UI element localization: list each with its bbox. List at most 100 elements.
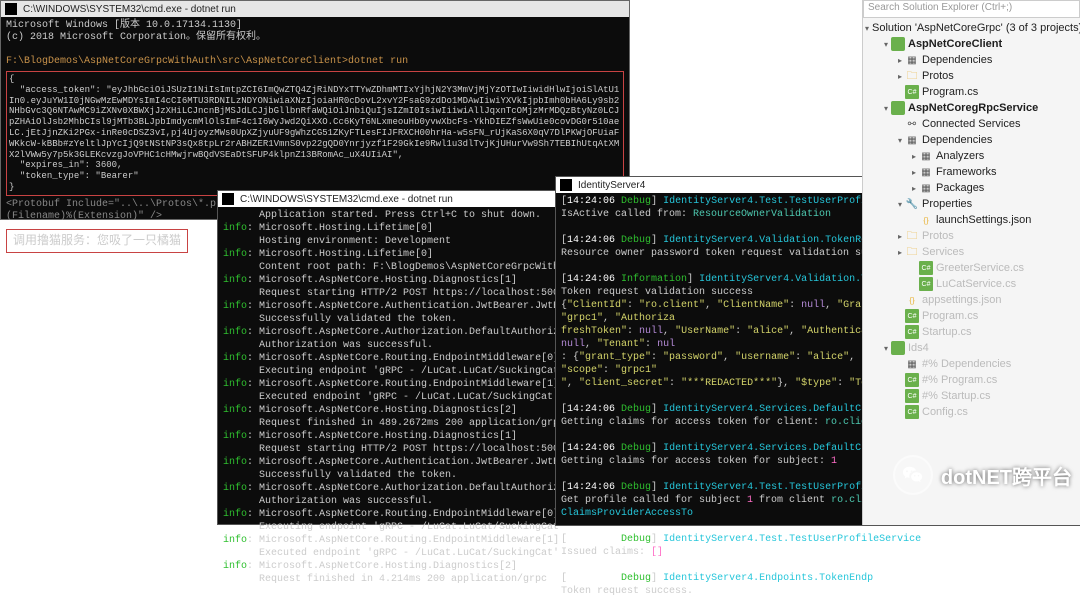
node-label: Properties	[922, 198, 972, 210]
folder-icon: 🗀	[905, 229, 919, 243]
tree-node[interactable]: C#GreeterService.cs	[863, 260, 1080, 276]
node-label: Dependencies	[922, 134, 992, 146]
node-label: Startup.cs	[922, 326, 972, 338]
cs-icon: C#	[905, 85, 919, 99]
expander-icon[interactable]: ▸	[909, 168, 919, 177]
tree-node[interactable]: ▸▦Packages	[863, 180, 1080, 196]
tree-node[interactable]: ▾ Ids4	[863, 340, 1080, 356]
node-label: AspNetCoreClient	[908, 38, 1002, 50]
csproj-icon	[891, 101, 905, 115]
watermark: dotNET跨平台	[893, 455, 1072, 495]
expander-icon[interactable]: ▾	[881, 40, 891, 49]
json-icon: {}	[905, 293, 919, 307]
cs-icon: C#	[905, 389, 919, 403]
node-label: GreeterService.cs	[936, 262, 1024, 274]
cs-icon: C#	[905, 309, 919, 323]
node-label: launchSettings.json	[936, 214, 1031, 226]
node-label: Ids4	[908, 342, 929, 354]
wrench-icon: 🔧	[905, 197, 919, 211]
tree-node[interactable]: C##% Startup.cs	[863, 388, 1080, 404]
solution-node[interactable]: ▾ Solution 'AspNetCoreGrpc' (3 of 3 proj…	[863, 20, 1080, 36]
node-label: Packages	[936, 182, 984, 194]
dep-icon: ▦	[905, 133, 919, 147]
tree-node[interactable]: ▾ AspNetCoregRpcService	[863, 100, 1080, 116]
expander-icon[interactable]: ▸	[895, 72, 905, 81]
tree-node[interactable]: ▾▦Dependencies	[863, 132, 1080, 148]
tree-node[interactable]: C#Startup.cs	[863, 324, 1080, 340]
watermark-text: dotNET跨平台	[941, 461, 1072, 490]
tree-node[interactable]: C#Config.cs	[863, 404, 1080, 420]
titlebar[interactable]: C:\WINDOWS\SYSTEM32\cmd.exe - dotnet run	[1, 1, 629, 17]
node-label: LuCatService.cs	[936, 278, 1016, 290]
expander-icon[interactable]: ▾	[881, 104, 891, 113]
expander-icon[interactable]: ▾	[895, 200, 905, 209]
json-icon: {}	[919, 213, 933, 227]
conn-icon: ⚯	[905, 117, 919, 131]
dep-icon: ▦	[919, 165, 933, 179]
node-label: Config.cs	[922, 406, 968, 418]
node-label: Frameworks	[936, 166, 997, 178]
cs-icon: C#	[905, 325, 919, 339]
node-label: Protos	[922, 70, 954, 82]
tree-node[interactable]: ▸🗀Protos	[863, 68, 1080, 84]
node-label: #% Dependencies	[922, 358, 1011, 370]
window-title: IdentityServer4	[578, 180, 645, 191]
dep-icon: ▦	[905, 357, 919, 371]
search-input[interactable]: Search Solution Explorer (Ctrl+;)	[863, 0, 1080, 18]
wechat-icon	[893, 455, 933, 495]
tree-node[interactable]: ▸▦Dependencies	[863, 52, 1080, 68]
access-token-json: { "access_token": "eyJhbGciOiJSUzI1NiIsI…	[6, 71, 624, 196]
tree-node[interactable]: C#Program.cs	[863, 84, 1080, 100]
chevron-down-icon[interactable]: ▾	[865, 24, 869, 33]
grpc-result-message: 调用撸猫服务：您吸了一只橘猫	[6, 229, 188, 253]
expander-icon[interactable]: ▾	[881, 344, 891, 353]
cs-icon: C#	[919, 277, 933, 291]
tree-node[interactable]: C##% Program.cs	[863, 372, 1080, 388]
dep-icon: ▦	[919, 149, 933, 163]
prompt-line: F:\BlogDemos\AspNetCoreGrpcWithAuth\src\…	[6, 56, 624, 68]
tree-node[interactable]: C#LuCatService.cs	[863, 276, 1080, 292]
window-title: C:\WINDOWS\SYSTEM32\cmd.exe - dotnet run	[240, 194, 453, 205]
expander-icon[interactable]: ▸	[895, 232, 905, 241]
tree-node[interactable]: {}appsettings.json	[863, 292, 1080, 308]
cmd-icon	[5, 3, 17, 15]
cmd-icon	[560, 179, 572, 191]
solution-explorer: Search Solution Explorer (Ctrl+;) ▾ Solu…	[862, 0, 1080, 525]
tree-node[interactable]: ▸▦Analyzers	[863, 148, 1080, 164]
cmd-window-client-token: C:\WINDOWS\SYSTEM32\cmd.exe - dotnet run…	[0, 0, 630, 220]
expander-icon[interactable]: ▾	[895, 136, 905, 145]
node-label: Analyzers	[936, 150, 984, 162]
node-label: Protos	[922, 230, 954, 242]
expander-icon[interactable]: ▸	[909, 184, 919, 193]
node-label: appsettings.json	[922, 294, 1002, 306]
tree-node[interactable]: ▸🗀Protos	[863, 228, 1080, 244]
tree-node[interactable]: ▦#% Dependencies	[863, 356, 1080, 372]
node-label: Services	[922, 246, 964, 258]
cmd-icon	[222, 193, 234, 205]
tree-node[interactable]: ⚯Connected Services	[863, 116, 1080, 132]
tree-node[interactable]: {}launchSettings.json	[863, 212, 1080, 228]
node-label: #% Startup.cs	[922, 390, 990, 402]
node-label: AspNetCoregRpcService	[908, 102, 1038, 114]
tree-node[interactable]: ▾🔧Properties	[863, 196, 1080, 212]
os-version: Microsoft Windows [版本 10.0.17134.1130]	[6, 20, 624, 32]
node-label: Connected Services	[922, 118, 1020, 130]
expander-icon[interactable]: ▸	[895, 56, 905, 65]
node-label: Program.cs	[922, 86, 978, 98]
cs-icon: C#	[919, 261, 933, 275]
node-label: Program.cs	[922, 310, 978, 322]
folder-icon: 🗀	[905, 69, 919, 83]
tree-node[interactable]: ▸🗀Services	[863, 244, 1080, 260]
tree-node[interactable]: ▾ AspNetCoreClient	[863, 36, 1080, 52]
dep-icon: ▦	[919, 181, 933, 195]
solution-label: Solution 'AspNetCoreGrpc' (3 of 3 projec…	[872, 22, 1080, 34]
copyright: (c) 2018 Microsoft Corporation。保留所有权利。	[6, 32, 624, 44]
expander-icon[interactable]: ▸	[909, 152, 919, 161]
node-label: Dependencies	[922, 54, 992, 66]
cs-icon: C#	[905, 405, 919, 419]
expander-icon[interactable]: ▸	[895, 248, 905, 257]
tree-node[interactable]: C#Program.cs	[863, 308, 1080, 324]
folder-icon: 🗀	[905, 245, 919, 259]
tree-node[interactable]: ▸▦Frameworks	[863, 164, 1080, 180]
csproj-icon	[891, 341, 905, 355]
